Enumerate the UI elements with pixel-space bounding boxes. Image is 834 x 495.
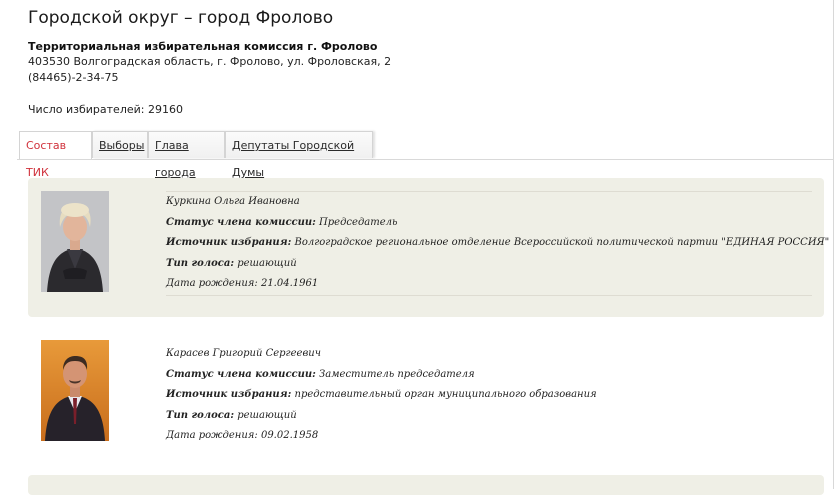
source-label: Источник избрания:: [166, 389, 292, 400]
member-status: Статус члена комиссии: Председатель: [166, 213, 812, 234]
vote-label: Тип голоса:: [166, 409, 235, 421]
vote-label: Тип голоса:: [166, 257, 235, 269]
member-name: Куркина Ольга Ивановна: [166, 196, 300, 207]
member-card: Карасев Григорий Сергеевич Статус члена …: [28, 328, 824, 464]
page-title: Городской округ – город Фролово: [28, 8, 334, 28]
status-label: Статус члена комиссии:: [166, 216, 316, 228]
tab-city-head[interactable]: Глава города: [148, 131, 225, 179]
member-birth-date: Дата рождения: 21.04.1961: [166, 278, 319, 289]
member-status: Статус члена комиссии: Заместитель предс…: [166, 365, 812, 386]
status-label: Статус члена комиссии:: [166, 368, 316, 380]
status-value: Председатель: [319, 216, 398, 228]
status-value: Заместитель председателя: [319, 368, 475, 380]
member-vote: Тип голоса: решающий: [166, 254, 812, 275]
tab-elections[interactable]: Выборы: [92, 131, 148, 158]
portrait-man-image: [41, 340, 109, 441]
divider: [166, 294, 812, 296]
member-photo: [41, 340, 109, 441]
commission-header: Городской округ – город Фролово Территор…: [28, 8, 824, 117]
voters-count: Число избирателей: 29160: [28, 103, 183, 116]
vote-value: решающий: [237, 257, 297, 269]
source-value: представительный орган муниципального об…: [294, 389, 597, 400]
tab-city-duma-deputies[interactable]: Депутаты Городской Думы: [225, 131, 373, 179]
commission-address: 403530 Волгоградская область, г. Фролово…: [28, 55, 392, 68]
source-label: Источник избрания:: [166, 237, 292, 248]
tab-commission-members[interactable]: Состав ТИК: [19, 131, 92, 179]
portrait-woman-image: [41, 191, 109, 292]
commission-name: Территориальная избирательная комиссия г…: [28, 40, 378, 53]
member-vote: Тип голоса: решающий: [166, 406, 812, 427]
commission-phone: (84465)-2-34-75: [28, 71, 119, 84]
tab-bar: Состав ТИК Выборы Глава города Депутаты …: [17, 131, 834, 179]
member-birth-date: Дата рождения: 09.02.1958: [166, 430, 319, 441]
member-source: Источник избрания: Волгоградское региона…: [166, 233, 829, 254]
member-card: [28, 475, 824, 495]
member-card: Куркина Ольга Ивановна Статус члена коми…: [28, 178, 829, 317]
source-value: Волгоградское региональное отделение Все…: [294, 237, 830, 248]
member-source: Источник избрания: представительный орга…: [166, 385, 812, 406]
vote-value: решающий: [237, 409, 297, 421]
member-photo: [41, 191, 109, 292]
member-details: Куркина Ольга Ивановна Статус члена коми…: [166, 191, 829, 296]
member-details: Карасев Григорий Сергеевич Статус члена …: [166, 344, 812, 447]
member-name: Карасев Григорий Сергеевич: [166, 348, 321, 359]
